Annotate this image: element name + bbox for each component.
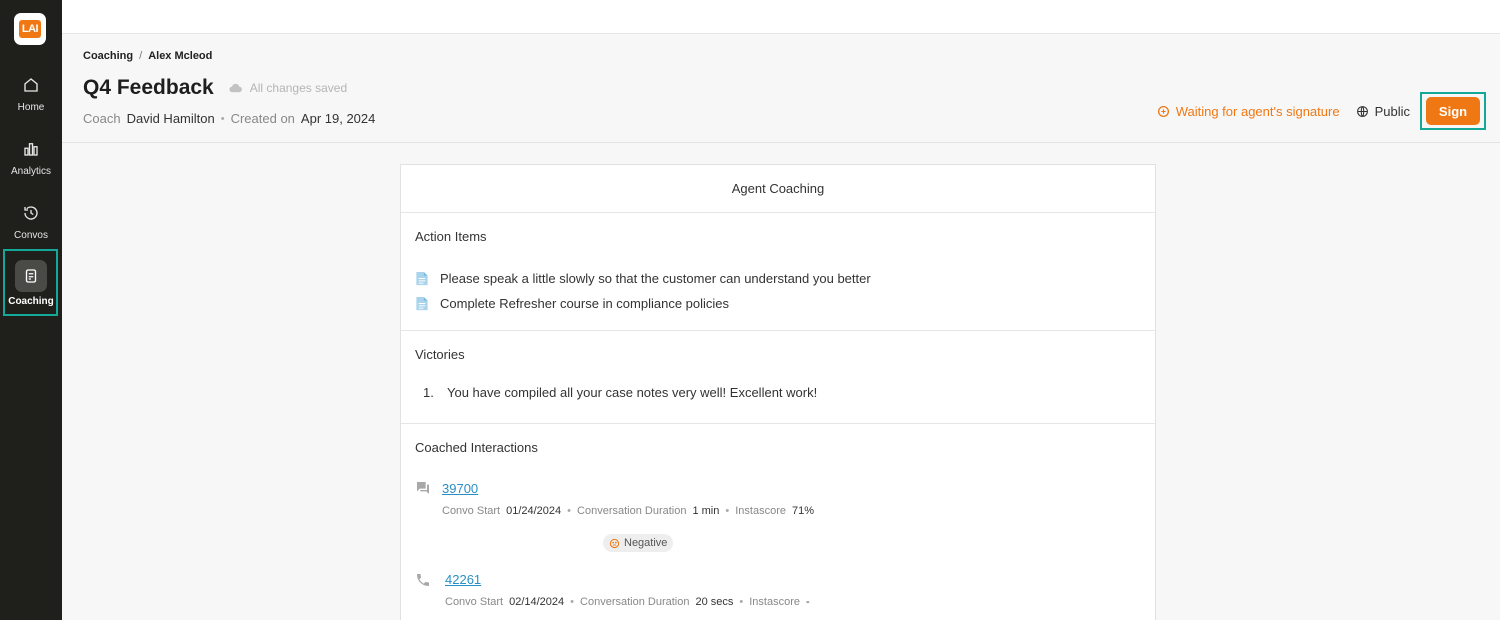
coaching-meta: Coach David Hamilton • Created on Apr 19…	[83, 111, 375, 126]
breadcrumb-current: Alex Mcleod	[148, 50, 213, 62]
meta-separator: •	[570, 596, 575, 608]
action-item-text: Please speak a little slowly so that the…	[440, 271, 871, 286]
created-date: Apr 19, 2024	[300, 111, 376, 126]
sidebar-item-label: Home	[17, 102, 45, 113]
victory-number: 1.	[423, 385, 434, 400]
convo-start-label: Convo Start	[442, 505, 501, 517]
coach-name: David Hamilton	[126, 111, 215, 126]
phone-icon	[417, 574, 429, 586]
sidebar-item-home[interactable]: Home	[0, 76, 62, 113]
victory-text: You have compiled all your case notes ve…	[447, 385, 818, 400]
coaching-icon-tile	[15, 260, 47, 292]
save-status-text: All changes saved	[249, 81, 348, 95]
meta-separator: •	[725, 505, 730, 517]
signature-status-text: Waiting for agent's signature	[1175, 103, 1340, 119]
globe-icon	[1356, 105, 1368, 117]
action-items-list: Please speak a little slowly so that the…	[415, 266, 1141, 316]
card-title: Agent Coaching	[401, 165, 1155, 213]
page-header: Coaching / Alex Mcleod Q4 Feedback All c…	[62, 34, 1500, 143]
document-icon	[25, 269, 37, 283]
coach-label: Coach	[83, 111, 121, 126]
title-row: Q4 Feedback All changes saved	[83, 76, 347, 100]
convo-start-label: Convo Start	[445, 596, 504, 608]
sidebar-item-label: Analytics	[10, 166, 51, 177]
sad-face-icon	[609, 538, 620, 548]
duration-value: 1 min	[692, 505, 720, 517]
history-icon	[24, 206, 38, 220]
duration-label: Conversation Duration	[577, 505, 687, 517]
page-title[interactable]: Q4 Feedback	[83, 76, 214, 100]
interaction-id-link[interactable]: 42261	[445, 572, 481, 587]
meta-separator: •	[739, 596, 744, 608]
sentiment-badge: Negative	[603, 534, 674, 552]
action-item[interactable]: Complete Refresher course in compliance …	[415, 291, 1141, 316]
breadcrumb-separator: /	[139, 50, 143, 62]
duration-label: Conversation Duration	[580, 596, 690, 608]
chat-icon	[417, 482, 429, 494]
meta-separator: •	[220, 112, 225, 125]
victories-list: 1. You have compiled all your case notes…	[415, 385, 1141, 400]
sidebar-item-label: Coaching	[8, 296, 54, 307]
victories-section: Victories 1. You have compiled all your …	[401, 331, 1155, 424]
instascore-value: 71%	[791, 505, 815, 517]
instascore-value: -	[806, 596, 810, 608]
doc-icon	[416, 296, 428, 311]
sidebar: LAI Home Analytics Convos Coaching	[0, 0, 62, 620]
sidebar-item-label: Convos	[14, 230, 48, 241]
duration-value: 20 secs	[695, 596, 734, 608]
action-items-title: Action Items	[415, 229, 487, 244]
sign-button[interactable]: Sign	[1426, 97, 1480, 125]
cloud-icon	[229, 83, 242, 92]
visibility-toggle[interactable]: Public	[1356, 104, 1410, 119]
pending-icon	[1157, 105, 1169, 117]
action-item[interactable]: Please speak a little slowly so that the…	[415, 266, 1141, 291]
header-actions: Waiting for agent's signature Public Sig…	[1157, 92, 1486, 130]
sentiment-label: Negative	[624, 537, 668, 549]
app-logo[interactable]: LAI	[14, 13, 46, 45]
interaction-item: 39700 Convo Start 01/24/2024 • Conversat…	[415, 455, 1141, 620]
victories-title: Victories	[415, 347, 465, 362]
action-item-text: Complete Refresher course in compliance …	[440, 296, 730, 311]
coached-interactions-title: Coached Interactions	[415, 440, 538, 455]
created-label: Created on	[230, 111, 295, 126]
signature-status: Waiting for agent's signature	[1157, 104, 1340, 119]
bar-chart-icon	[24, 143, 38, 156]
meta-separator: •	[567, 505, 572, 517]
victory-item[interactable]: 1. You have compiled all your case notes…	[423, 385, 1141, 400]
sidebar-item-convos[interactable]: Convos	[0, 204, 62, 241]
convo-start-value: 02/14/2024	[509, 596, 565, 608]
sidebar-item-coaching[interactable]: Coaching	[0, 260, 62, 307]
home-icon	[24, 78, 38, 92]
sidebar-item-analytics[interactable]: Analytics	[0, 140, 62, 177]
action-items-section: Action Items Please speak a little slowl…	[401, 213, 1155, 331]
instascore-label: Instascore	[735, 505, 786, 517]
visibility-label: Public	[1374, 103, 1410, 119]
instascore-label: Instascore	[749, 596, 800, 608]
save-status: All changes saved	[228, 81, 347, 96]
coached-interactions-section: Coached Interactions 39700 Convo Start 0…	[401, 424, 1155, 620]
breadcrumb: Coaching / Alex Mcleod	[83, 50, 212, 62]
interaction-id-link[interactable]: 39700	[442, 481, 478, 496]
doc-icon	[416, 271, 428, 286]
sign-button-highlight: Sign	[1420, 92, 1486, 130]
breadcrumb-parent[interactable]: Coaching	[83, 50, 133, 62]
agent-coaching-card: Agent Coaching Action Items Please speak…	[400, 164, 1156, 620]
top-bar	[62, 0, 1500, 34]
convo-start-value: 01/24/2024	[506, 505, 562, 517]
interaction-meta: Convo Start 01/24/2024 • Conversation Du…	[442, 505, 814, 517]
interaction-meta: Convo Start 02/14/2024 • Conversation Du…	[445, 596, 810, 608]
logo-mark: LAI	[19, 20, 41, 38]
